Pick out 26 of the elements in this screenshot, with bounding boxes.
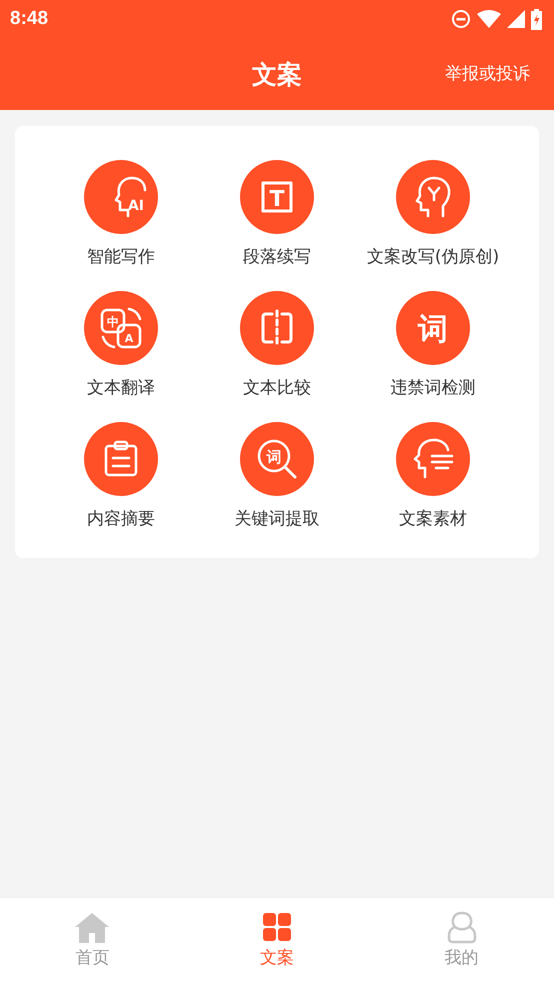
battery-icon [531, 8, 542, 30]
clipboard-icon [84, 422, 158, 496]
tool-item[interactable]: 内容摘要 [43, 422, 199, 530]
status-time: 8:48 [10, 8, 48, 30]
speak-head-icon [396, 422, 470, 496]
word-icon: 词 [396, 291, 470, 365]
user-icon [444, 910, 479, 944]
tool-item[interactable]: 文案素材 [355, 422, 511, 530]
translate-icon: 中 A [84, 291, 158, 365]
tool-item[interactable]: 词 违禁词检测 [355, 291, 511, 399]
home-icon [75, 910, 110, 944]
tool-item[interactable]: AI 智能写作 [43, 160, 199, 268]
page-title: 文案 [252, 58, 302, 90]
compare-icon [240, 291, 314, 365]
branch-head-icon [396, 160, 470, 234]
tool-item[interactable]: 词 关键词提取 [199, 422, 355, 530]
tool-item[interactable]: 文本比较 [199, 291, 355, 399]
tool-item[interactable]: T 段落续写 [199, 160, 355, 268]
wifi-icon [477, 10, 501, 28]
text-box-icon: T [240, 160, 314, 234]
ai-head-icon: AI [84, 160, 158, 234]
tool-item[interactable]: 中 A 文本翻译 [43, 291, 199, 399]
do-not-disturb-icon [451, 9, 471, 29]
signal-icon [507, 10, 525, 28]
word-search-icon: 词 [240, 422, 314, 496]
tool-item[interactable]: 文案改写(伪原创) [355, 160, 511, 268]
